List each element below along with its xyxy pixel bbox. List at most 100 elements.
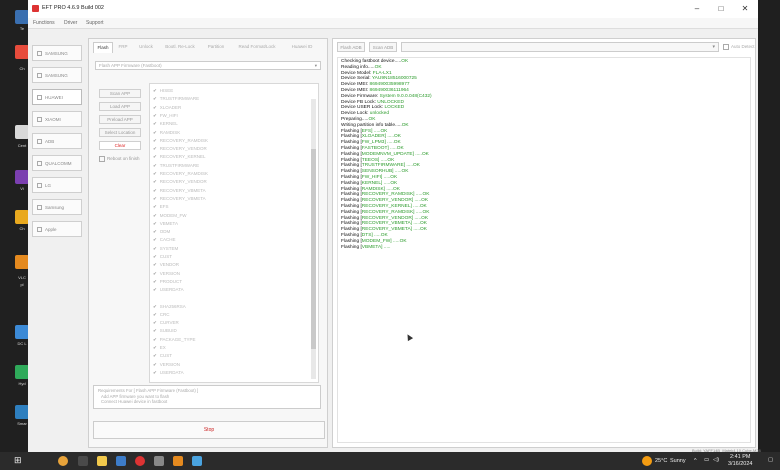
chrome-icon[interactable] (15, 45, 29, 59)
tab-flash[interactable]: Flash (93, 42, 113, 53)
sidebar-item-samsung-2[interactable]: SAMSUNG (32, 67, 82, 83)
volume-icon[interactable]: ◁) (713, 457, 719, 463)
scan-adb-button[interactable]: Scan ADB (369, 42, 397, 52)
sidebar-item-samsung-3[interactable]: Samsung (32, 199, 82, 215)
notification-icon[interactable]: ▢ (768, 457, 773, 463)
log-value: RECOVERY_VENDOR] .....OK (361, 215, 429, 221)
clock-date[interactable]: 3/16/2024 (728, 461, 752, 467)
minimize-button[interactable]: – (688, 3, 706, 15)
log-value: OK (401, 59, 409, 64)
app-task-icon[interactable] (78, 456, 88, 466)
scan-app-button[interactable]: Scan APP (99, 89, 141, 98)
taskbar: ⊞ 25°C Sunny ^ ▭ ◁) 2:41 PM 3/16/2024 ▢ (0, 452, 780, 470)
log-text: Flashing [ (341, 192, 362, 198)
preload-app-button[interactable]: Preload APP (99, 115, 141, 124)
desktop-app-icon[interactable] (15, 125, 29, 139)
check-icon: ✔ (153, 171, 157, 176)
load-app-button[interactable]: Load APP (99, 102, 141, 111)
desktop-app-icon[interactable] (15, 170, 29, 184)
tab-bootloader-relock[interactable]: Bootl. Re-Lock (161, 42, 199, 52)
partition-item[interactable]: ✔ USERDATA (153, 285, 184, 294)
log-text: Device Lock: (341, 111, 370, 117)
flash-adb-button[interactable]: Flash ADB (337, 42, 365, 52)
tab-read-format-lock[interactable]: Read Format/Lock (233, 42, 281, 52)
reboot-on-finish-checkbox[interactable]: Reboot on finish (99, 156, 140, 162)
auto-detect-checkbox[interactable]: Auto Detect (723, 44, 755, 50)
sidebar-item-label: HUAWEI (45, 95, 63, 100)
adb-icon (37, 139, 42, 144)
sidebar-item-lg[interactable]: LG (32, 177, 82, 193)
partition-label: TRUSTFIRMWARE (159, 162, 200, 168)
sidebar-item-label: SAMSUNG (45, 51, 68, 56)
tab-partition[interactable]: Partition (203, 42, 229, 52)
sidebar-item-huawei[interactable]: HUAWEI (32, 89, 82, 105)
log-text: Flashing [ (341, 238, 362, 244)
desktop-app-icon[interactable] (15, 325, 29, 339)
partition-item[interactable]: ✔ USERDATA (153, 368, 184, 377)
log-text: Checking fastboot device..... (341, 59, 402, 64)
chevron-down-icon: ▾ (314, 63, 317, 68)
windows-start-icon[interactable]: ⊞ (14, 455, 22, 466)
device-port-select[interactable]: ▾ (401, 42, 719, 52)
desktop-app-icon[interactable] (15, 405, 29, 419)
app-task-icon[interactable] (154, 456, 164, 466)
partition-label: RECOVERY_VENDOR (159, 179, 207, 185)
sidebar-item-label: ADB (45, 139, 55, 144)
partition-label: CRC (159, 311, 170, 317)
menu-functions[interactable]: Functions (33, 20, 55, 26)
partition-label: PACKAGE_TYPE (159, 336, 196, 342)
select-location-button[interactable]: Select Location (99, 128, 141, 137)
menu-driver[interactable]: Driver (64, 20, 77, 26)
partition-list: ✔ HISEE ✔ TRUSTFIRMWARE ✔ XLOADER ✔ FW_HIFI ✔ KER… (149, 83, 319, 383)
log-text: Device FB Lock: (341, 99, 378, 105)
operation-panel: Flash FRP Unlock Bootl. Re-Lock Partitio… (88, 38, 328, 448)
maximize-button[interactable]: □ (712, 3, 730, 15)
partition-scrollbar-thumb[interactable] (311, 149, 316, 349)
log-text: Flashing [ (341, 169, 362, 175)
close-button[interactable]: ✕ (736, 3, 754, 15)
desktop-app-icon[interactable] (15, 365, 29, 379)
firmware-type-select[interactable]: Flash APP Firmware (Fastboot) ▾ (95, 61, 321, 70)
tab-unlock[interactable]: Unlock (135, 42, 157, 52)
check-icon: ✔ (153, 129, 157, 135)
sidebar-item-qualcomm[interactable]: QUALCOMM (32, 155, 82, 171)
tab-frp[interactable]: FRP (115, 42, 131, 52)
partition-label: CACHE (159, 237, 176, 243)
auto-detect-label: Auto Detect (731, 44, 755, 50)
network-icon[interactable]: ▭ (704, 457, 709, 463)
app-task-icon[interactable] (192, 456, 202, 466)
apple-icon (37, 227, 42, 232)
sidebar-item-adb[interactable]: ADB (32, 133, 82, 149)
desktop-app-icon[interactable] (15, 10, 29, 24)
window-title: EFT PRO 4.6.9 Build 002 (42, 5, 104, 11)
log-text: Device USER Lock: (341, 105, 385, 111)
desktop-right-strip (758, 0, 780, 452)
app-task-icon[interactable] (116, 456, 126, 466)
app-task-icon[interactable] (135, 456, 145, 466)
sidebar-item-xiaomi[interactable]: XIAOMI (32, 111, 82, 127)
desktop-app-icon[interactable] (15, 210, 29, 224)
log-value: FLA-LX1 (372, 70, 392, 76)
sidebar-item-apple[interactable]: Apple (32, 221, 82, 237)
sidebar-item-samsung[interactable]: SAMSUNG (32, 45, 82, 61)
log-value: XLOADER] .....OK (361, 134, 401, 140)
weather-sun-icon[interactable] (642, 456, 652, 466)
menu-support[interactable]: Support (86, 20, 104, 26)
reboot-option-label: Reboot on finish (107, 156, 140, 162)
vlc-icon[interactable] (173, 456, 183, 466)
check-icon: ✔ (153, 245, 157, 251)
vlc-icon[interactable] (15, 255, 29, 269)
chrome-icon[interactable] (58, 456, 68, 466)
clear-button[interactable]: Clear (99, 141, 141, 150)
file-explorer-icon[interactable] (97, 456, 107, 466)
clock-time[interactable]: 2:41 PM (730, 454, 750, 460)
partition-label: VBMETA (159, 220, 178, 226)
log-value: VBMETA] ..... (361, 244, 391, 250)
tray-chevron-icon[interactable]: ^ (694, 458, 697, 464)
log-value: RAMDISK] .....OK (361, 186, 400, 192)
partition-label: CUST (159, 353, 173, 359)
tab-huawei-id[interactable]: Huawei ID (285, 42, 319, 52)
stop-button[interactable]: Stop (93, 421, 325, 439)
sidebar-item-label: XIAOMI (45, 117, 61, 122)
title-bar[interactable]: EFT PRO 4.6.9 Build 002 – □ ✕ (28, 0, 758, 18)
